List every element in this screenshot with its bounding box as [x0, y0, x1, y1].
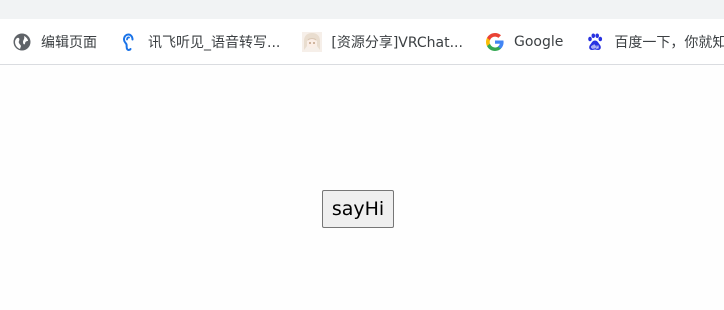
google-icon [485, 32, 505, 52]
bookmark-google[interactable]: Google [473, 28, 567, 56]
browser-tab-strip [0, 0, 724, 19]
bookmark-baidu[interactable]: du 百度一下，你就知道 [573, 28, 724, 56]
baidu-paw-icon: du [585, 32, 605, 52]
anime-avatar-icon [302, 31, 323, 52]
bookmark-label: 讯飞听见_语音转写... [148, 34, 281, 51]
svg-text:du: du [591, 44, 599, 50]
bookmarks-bar: 编辑页面 讯飞听见_语音转写... [资源分享]VRChat... Google… [0, 19, 724, 65]
ear-icon [119, 32, 139, 52]
bookmark-label: Google [513, 33, 564, 50]
page-content: sayHi [0, 65, 724, 310]
bookmark-label: [资源分享]VRChat... [331, 34, 463, 51]
bookmark-vrchat[interactable]: [资源分享]VRChat... [290, 28, 467, 56]
bookmark-label: 百度一下，你就知道 [614, 34, 724, 51]
globe-icon [12, 32, 32, 52]
bookmark-edit-page[interactable]: 编辑页面 [0, 28, 101, 56]
say-hi-button[interactable]: sayHi [322, 190, 394, 228]
bookmark-label: 编辑页面 [41, 34, 97, 51]
bookmark-xunfei[interactable]: 讯飞听见_语音转写... [107, 28, 284, 56]
